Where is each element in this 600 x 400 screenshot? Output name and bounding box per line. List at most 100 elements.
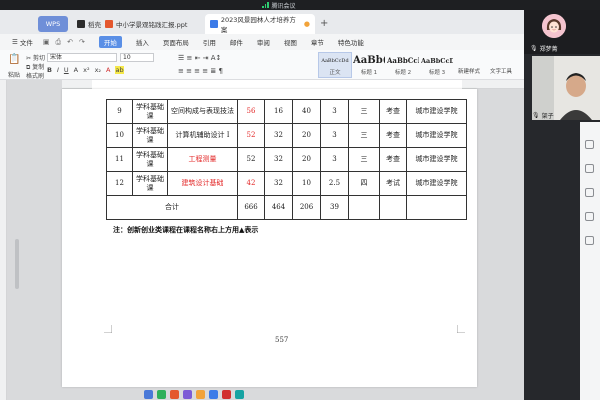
scrollbar[interactable] [15,239,19,289]
style-heading-1[interactable]: AaBb( 标题 1 [352,52,386,78]
app-icon[interactable] [222,390,231,399]
paste-icon[interactable]: 📋 [8,54,20,65]
redo-icon[interactable]: ↷ [79,38,85,47]
undo-icon[interactable]: ↶ [67,38,73,47]
panel-tool-icon[interactable] [585,236,594,245]
course-number-cell[interactable]: 9 [106,99,133,124]
theory-hours-cell[interactable]: 32 [264,123,293,148]
style-normal[interactable]: AaBbCcDd 正文 [318,52,352,78]
tab-mailings[interactable]: 邮件 [230,37,243,47]
participant-video[interactable]: 🎙 架子 [532,56,600,120]
practice-hours-cell[interactable]: 10 [292,171,321,196]
credits-cell[interactable]: 3 [320,99,349,124]
empty-cell[interactable] [406,195,467,220]
app-icon[interactable] [183,390,192,399]
theory-hours-cell[interactable]: 32 [264,147,293,172]
panel-tool-icon[interactable] [585,212,594,221]
text-tools-button[interactable]: 文字工具 [490,67,512,75]
bold-button[interactable]: B [47,66,52,74]
meeting-indicator[interactable]: 腾讯会议 [262,1,296,10]
italic-button[interactable]: I [57,66,59,74]
assessment-cell[interactable]: 考试 [379,171,407,196]
department-cell[interactable]: 城市建设学院 [406,171,467,196]
style-heading-3[interactable]: AaBbCcD 标题 3 [420,52,454,78]
tab-page-layout[interactable]: 页面布局 [163,37,189,47]
font-color-button[interactable]: A [106,66,110,74]
style-heading-2[interactable]: AaBbCcI 标题 2 [386,52,420,78]
course-number-cell[interactable]: 11 [106,147,133,172]
highlight-button[interactable]: ab [115,66,124,74]
course-type-cell[interactable]: 学科基础课 [132,147,168,172]
font-family-select[interactable]: 宋体 [47,53,117,62]
total-hours-cell[interactable]: 42 [237,171,265,196]
paste-button[interactable]: 粘贴 [8,70,20,79]
save-icon[interactable]: ▣ [43,38,50,47]
course-number-cell[interactable]: 10 [106,123,133,148]
app-icon[interactable] [170,390,179,399]
course-name-cell[interactable]: 空间构成与表现技法 [167,99,238,124]
practice-hours-cell[interactable]: 20 [292,147,321,172]
cut-button[interactable]: ✂ 剪切 [26,53,45,62]
credits-cell[interactable]: 3 [320,147,349,172]
print-icon[interactable]: ⎙ [55,38,61,47]
file-menu[interactable]: ☰ 文件 [12,37,33,47]
app-icon[interactable] [196,390,205,399]
tab-special-features[interactable]: 特色功能 [338,37,364,47]
app-icon[interactable] [157,390,166,399]
course-type-cell[interactable]: 学科基础课 [132,99,168,124]
empty-cell[interactable] [348,195,380,220]
practice-hours-cell[interactable]: 20 [292,123,321,148]
app-icon[interactable] [209,390,218,399]
course-name-cell[interactable]: 工程测量 [167,147,238,172]
panel-tool-icon[interactable] [585,164,594,173]
semester-cell[interactable]: 三 [348,123,380,148]
practice-hours-cell[interactable]: 40 [292,99,321,124]
app-icon[interactable] [235,390,244,399]
course-number-cell[interactable]: 12 [106,171,133,196]
total-hours-cell[interactable]: 52 [237,123,265,148]
total-theory-cell[interactable]: 464 [264,195,293,220]
empty-cell[interactable] [379,195,407,220]
panel-tool-icon[interactable] [585,140,594,149]
new-tab-button[interactable]: + [320,18,328,29]
vertical-ruler[interactable] [0,80,7,400]
tab-wps[interactable]: WPS [38,16,68,32]
tab-insert[interactable]: 插入 [136,37,149,47]
department-cell[interactable]: 城市建设学院 [406,147,467,172]
semester-cell[interactable]: 三 [348,147,380,172]
panel-tool-icon[interactable] [585,188,594,197]
assessment-cell[interactable]: 考查 [379,99,407,124]
department-cell[interactable]: 城市建设学院 [406,99,467,124]
assessment-cell[interactable]: 考查 [379,123,407,148]
superscript-button[interactable]: x² [83,66,89,74]
tab-chapter[interactable]: 章节 [311,37,324,47]
course-type-cell[interactable]: 学科基础课 [132,123,168,148]
tab-view[interactable]: 视图 [284,37,297,47]
total-label-cell[interactable]: 合计 [106,195,238,220]
font-size-select[interactable]: 10 [120,53,154,62]
course-type-cell[interactable]: 学科基础课 [132,171,168,196]
underline-button[interactable]: U [64,66,69,74]
assessment-cell[interactable]: 考查 [379,147,407,172]
tab-doc-file[interactable]: 2023风景园林人才培养方案 ● [205,14,315,34]
tab-ppt-file[interactable]: 中小学景观铭践汇报.ppt [100,14,192,34]
format-painter-button[interactable]: 格式刷 [26,71,44,80]
semester-cell[interactable]: 三 [348,99,380,124]
participant-tile[interactable]: 🎙 郑梦菁 [524,10,600,54]
total-credits-cell[interactable]: 39 [320,195,349,220]
app-icon[interactable] [144,390,153,399]
total-practice-cell[interactable]: 206 [292,195,321,220]
document-page[interactable]: 9 学科基础课 空间构成与表现技法 56 16 40 3 三考查 城市建设学院 10 学科基础课 计算… [62,89,477,387]
total-hours-cell[interactable]: 666 [237,195,265,220]
strikethrough-button[interactable]: A [74,66,78,74]
course-name-cell[interactable]: 建筑设计基础 [167,171,238,196]
tab-references[interactable]: 引用 [203,37,216,47]
total-hours-cell[interactable]: 52 [237,147,265,172]
tab-start[interactable]: 开始 [98,36,122,48]
total-hours-cell[interactable]: 56 [237,99,265,124]
horizontal-ruler[interactable] [62,80,524,89]
align-buttons[interactable]: ≡ ≡ ≡ ≡ ≣ ¶ [178,67,223,75]
subscript-button[interactable]: x₂ [95,66,101,74]
course-name-cell[interactable]: 计算机辅助设计 I [167,123,238,148]
theory-hours-cell[interactable]: 16 [264,99,293,124]
